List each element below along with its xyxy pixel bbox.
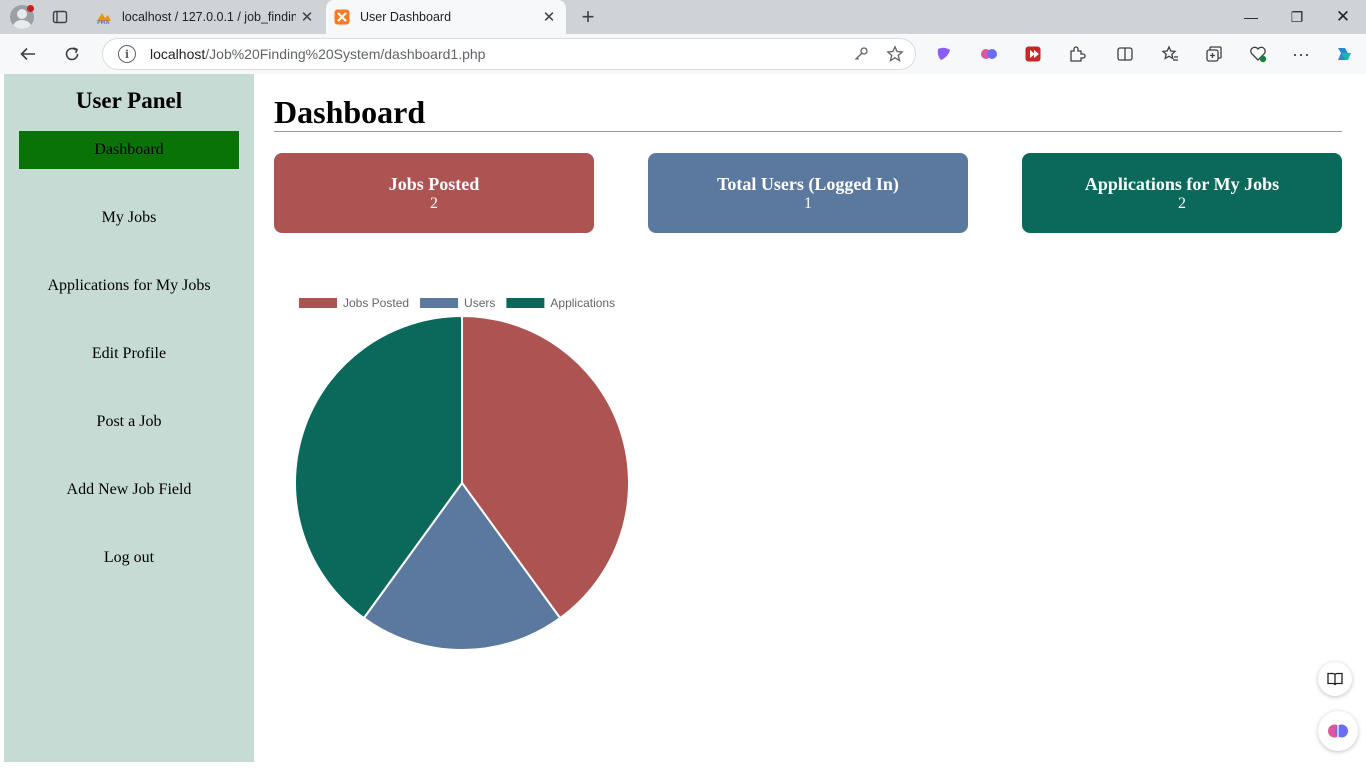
card-value: 1	[804, 195, 812, 212]
browser-tab-strip: PMA localhost / 127.0.0.1 / job_finding_…	[0, 0, 1366, 34]
legend-swatch[interactable]	[299, 298, 337, 308]
xampp-icon	[334, 9, 350, 25]
phpmyadmin-icon: PMA	[96, 9, 112, 25]
jobs-posted-card: Jobs Posted 2	[274, 153, 594, 233]
split-screen-icon[interactable]	[1115, 44, 1135, 64]
collections-icon[interactable]	[1204, 44, 1224, 64]
extension-brain-icon[interactable]	[979, 44, 999, 64]
sidebar-item-post-job[interactable]: Post a Job	[19, 403, 239, 441]
legend-label[interactable]: Applications	[550, 296, 615, 310]
legend-swatch[interactable]	[420, 298, 459, 308]
back-arrow-icon[interactable]	[14, 40, 42, 68]
refresh-icon[interactable]	[58, 40, 86, 68]
tab-phpmyadmin[interactable]: PMA localhost / 127.0.0.1 / job_finding_…	[86, 0, 324, 34]
copilot-brain-icon[interactable]	[1318, 711, 1358, 751]
panel-title: User Panel	[75, 88, 183, 113]
svg-text:PMA: PMA	[97, 20, 110, 25]
sidebar-item-logout[interactable]: Log out	[19, 539, 239, 577]
page-title: Dashboard	[274, 94, 426, 130]
legend-swatch[interactable]	[506, 298, 545, 308]
close-tab-icon[interactable]: ✕	[296, 6, 318, 28]
card-value: 2	[430, 195, 438, 212]
applications-card: Applications for My Jobs 2	[1022, 153, 1342, 233]
tab-title: User Dashboard	[360, 10, 452, 24]
tab-title: localhost / 127.0.0.1 / job_finding_	[122, 10, 296, 24]
sidebar: User Panel Dashboard My Jobs Application…	[4, 74, 254, 762]
browser-essentials-icon[interactable]	[1248, 44, 1268, 64]
tab-actions-icon[interactable]	[50, 7, 70, 27]
total-users-card: Total Users (Logged In) 1	[648, 153, 968, 233]
more-options-icon[interactable]: ···	[1291, 44, 1311, 64]
chart-slices	[294, 314, 630, 651]
legend-label[interactable]: Jobs Posted	[343, 296, 409, 310]
new-tab-button[interactable]: +	[576, 4, 600, 29]
sidebar-item-add-job-field[interactable]: Add New Job Field	[19, 471, 239, 509]
close-tab-icon[interactable]: ✕	[538, 6, 560, 28]
copilot-icon[interactable]	[1333, 44, 1353, 64]
sidebar-item-dashboard[interactable]: Dashboard	[19, 131, 239, 169]
window-close-button[interactable]: ✕	[1320, 0, 1366, 34]
sidebar-item-applications[interactable]: Applications for My Jobs	[19, 267, 239, 305]
site-info-icon[interactable]: i	[118, 45, 136, 63]
restore-button[interactable]: ❐	[1274, 0, 1320, 34]
reader-mode-icon[interactable]	[1318, 662, 1352, 696]
address-bar[interactable]: i localhost/Job%20Finding%20System/dashb…	[102, 38, 916, 70]
browser-toolbar: i localhost/Job%20Finding%20System/dashb…	[0, 34, 1366, 74]
extensions-puzzle-icon[interactable]	[1067, 44, 1087, 64]
card-title: Total Users (Logged In)	[717, 174, 899, 194]
extension-purple-icon[interactable]	[934, 44, 954, 64]
card-title: Applications for My Jobs	[1084, 174, 1280, 194]
card-title: Jobs Posted	[388, 174, 480, 194]
favorites-icon[interactable]	[1160, 44, 1180, 64]
page-content: User Panel Dashboard My Jobs Application…	[4, 74, 1362, 762]
legend-label[interactable]: Users	[464, 296, 495, 310]
main-content: Dashboard Jobs Posted 2 Total Users (Log…	[274, 74, 1342, 762]
chart-legend: Jobs Posted Users Applications	[299, 296, 615, 310]
title-divider	[274, 131, 1342, 132]
url-text[interactable]: localhost/Job%20Finding%20System/dashboa…	[150, 46, 847, 62]
minimize-button[interactable]: —	[1228, 0, 1274, 34]
sidebar-item-edit-profile[interactable]: Edit Profile	[19, 335, 239, 373]
favorite-star-icon[interactable]	[881, 40, 909, 68]
tab-user-dashboard[interactable]: User Dashboard ✕	[326, 0, 566, 34]
sidebar-item-my-jobs[interactable]: My Jobs	[19, 199, 239, 237]
card-value: 2	[1178, 195, 1186, 212]
notification-dot-icon	[27, 5, 34, 12]
extension-red-icon[interactable]	[1023, 44, 1043, 64]
pie-chart: Jobs Posted Users Applications	[294, 296, 630, 651]
key-icon[interactable]	[847, 40, 875, 68]
